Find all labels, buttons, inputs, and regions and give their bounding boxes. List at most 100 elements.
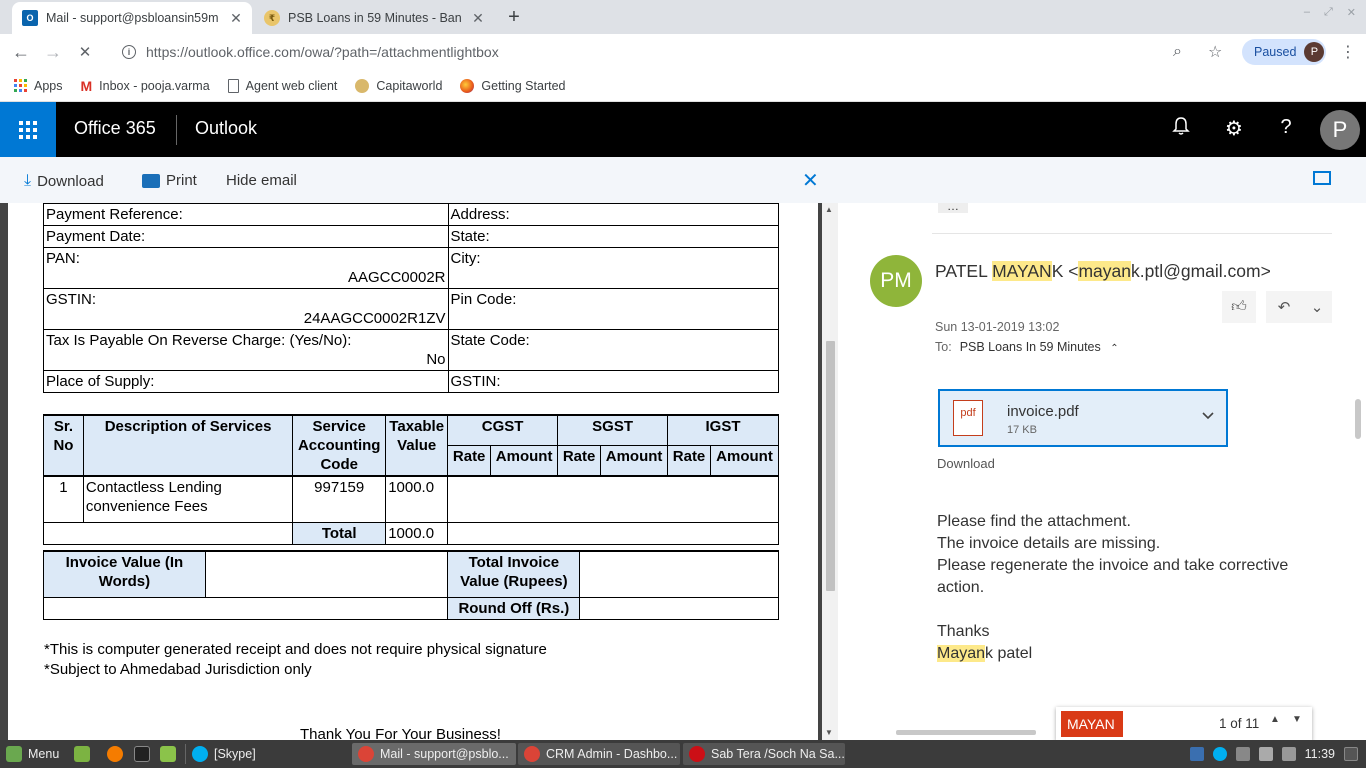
battery-icon[interactable] — [1281, 747, 1296, 761]
bookmark-star-icon[interactable]: ☆ — [1208, 42, 1222, 62]
site-info-icon[interactable]: i — [122, 45, 136, 59]
print-button[interactable]: Print — [142, 172, 197, 189]
bookmark-capitaworld[interactable]: Capitaworld — [355, 78, 442, 93]
tab-psb-loans[interactable]: ₹ PSB Loans in 59 Minutes - Bank ✕ — [254, 2, 494, 34]
thank-you-text: Thank You For Your Business! — [300, 726, 501, 740]
browser-menu-icon[interactable]: ⋮ — [1340, 42, 1356, 62]
divider — [932, 233, 1332, 234]
download-button[interactable]: ⤓ Download — [24, 172, 104, 190]
desktop-icon[interactable] — [74, 746, 90, 762]
header-sac: Service Accounting Code — [292, 414, 387, 477]
shield-icon[interactable] — [1189, 747, 1204, 761]
taskbar-window-mail[interactable]: Mail - support@psblo... — [352, 743, 516, 765]
app-launcher-button[interactable] — [0, 102, 56, 157]
find-next-icon[interactable]: ▼ — [1292, 714, 1302, 725]
minimize-icon[interactable]: – — [1304, 6, 1310, 19]
thumbs-up-icon: 👍︎ — [1231, 298, 1247, 315]
close-icon[interactable]: ✕ — [802, 168, 819, 193]
taskbar-window-skype[interactable]: [Skype] — [192, 743, 342, 765]
firefox-icon[interactable] — [107, 746, 123, 762]
total-invoice-value-value — [579, 550, 779, 598]
total-label: Total — [292, 521, 387, 545]
forward-arrow-icon[interactable]: → — [37, 42, 69, 63]
o365-header: Office 365 Outlook ⚙ ? P — [0, 102, 1366, 157]
round-off-spacer — [42, 596, 449, 620]
o365-brand[interactable]: Office 365 — [74, 118, 156, 139]
signature: Mayank patel — [937, 645, 1033, 662]
close-icon[interactable]: ✕ — [228, 10, 244, 27]
recipient-name[interactable]: PSB Loans In 59 Minutes — [960, 340, 1101, 354]
system-tray: 11:39 — [1189, 740, 1366, 768]
maximize-icon[interactable]: ⤢ — [1324, 6, 1333, 19]
gear-icon[interactable]: ⚙ — [1220, 116, 1248, 141]
hide-email-button[interactable]: Hide email — [226, 172, 297, 189]
collapse-chevron-icon[interactable]: ⌃ — [1110, 343, 1118, 354]
sender-name[interactable]: PATEL MAYANK <mayank.ptl@gmail.com> — [935, 261, 1271, 282]
attachment-card[interactable]: pdf invoice.pdf 17 KB — [938, 389, 1228, 447]
taskbar-window-crm[interactable]: CRM Admin - Dashbo... — [518, 743, 680, 765]
row-sac: 997159 — [292, 475, 387, 523]
find-in-page-bar: MAYAN 1 of 11 ▲ ▼ — [1056, 707, 1312, 741]
more-dots-icon[interactable]: … — [938, 203, 968, 213]
network-icon[interactable] — [1235, 747, 1250, 761]
new-tab-button[interactable]: + — [500, 4, 528, 32]
popout-icon[interactable] — [1313, 171, 1331, 185]
close-icon[interactable]: ✕ — [470, 10, 486, 27]
like-button[interactable]: 👍︎ — [1222, 291, 1256, 323]
recipients-line: To: PSB Loans In 59 Minutes ⌃ — [935, 340, 1119, 354]
avatar[interactable]: P — [1320, 110, 1360, 150]
header-description: Description of Services — [82, 414, 294, 477]
bookmark-agent-web-client[interactable]: Agent web client — [227, 78, 337, 93]
scrollbar-thumb[interactable] — [896, 730, 1036, 735]
find-input[interactable]: MAYAN — [1061, 711, 1123, 737]
address-bar[interactable]: i https://outlook.office.com/owa/?path=/… — [110, 37, 1230, 67]
folder-icon[interactable] — [160, 746, 176, 762]
more-actions-button[interactable]: ⌄ — [1302, 291, 1332, 323]
skype-tray-icon[interactable] — [1212, 747, 1227, 761]
scrollbar-thumb[interactable] — [826, 341, 835, 591]
reply-all-icon: ↶ — [1277, 299, 1291, 316]
show-desktop-icon[interactable] — [1344, 747, 1358, 761]
app-name[interactable]: Outlook — [195, 118, 257, 139]
clock[interactable]: 11:39 — [1305, 747, 1335, 761]
total-value: 1000.0 — [385, 521, 449, 545]
zoom-icon[interactable]: ⌕ — [1173, 43, 1182, 61]
volume-icon[interactable] — [1258, 747, 1273, 761]
tab-title: Mail - support@psbloansin59m — [46, 11, 219, 25]
start-menu-button[interactable]: Menu — [6, 743, 59, 765]
page-icon — [227, 78, 239, 93]
tab-title: PSB Loans in 59 Minutes - Bank — [288, 11, 462, 25]
chevron-down-icon[interactable] — [1202, 407, 1214, 423]
reply-all-button[interactable]: ↶ — [1266, 291, 1302, 323]
close-window-icon[interactable]: ✕ — [1347, 6, 1356, 19]
attachment-download-link[interactable]: Download — [937, 456, 995, 471]
viewer-scrollbar[interactable]: ▲ ▼ — [822, 203, 838, 740]
to-label: To: — [935, 340, 952, 354]
scrollbar-thumb[interactable] — [1355, 399, 1361, 439]
bell-icon[interactable] — [1167, 116, 1195, 142]
browser-tab-strip: O Mail - support@psbloansin59m ✕ ₹ PSB L… — [0, 0, 1366, 34]
find-previous-icon[interactable]: ▲ — [1270, 714, 1280, 725]
sent-date: Sun 13-01-2019 13:02 — [935, 320, 1060, 334]
avatar: P — [1304, 42, 1325, 62]
pane-scrollbar[interactable] — [1352, 203, 1366, 740]
gstin-cell: GSTIN: 24AAGCC0002R1ZV — [43, 288, 449, 330]
bookmark-getting-started[interactable]: Getting Started — [460, 78, 565, 93]
back-arrow-icon[interactable]: ← — [5, 42, 37, 63]
stop-loading-icon[interactable]: ✕ — [69, 43, 101, 61]
invoice-value-words-label: Invoice Value (In Words) — [43, 550, 206, 598]
bookmark-gmail-inbox[interactable]: M Inbox - pooja.varma — [81, 78, 210, 94]
bookmark-apps[interactable]: Apps — [14, 79, 63, 93]
terminal-icon[interactable] — [134, 746, 150, 762]
round-off-label: Round Off (Rs.) — [447, 596, 581, 620]
scroll-up-icon[interactable]: ▲ — [825, 205, 833, 214]
header-sr-no: Sr. No — [43, 414, 84, 477]
total-tax-spacer — [447, 521, 779, 545]
scroll-down-icon[interactable]: ▼ — [825, 728, 833, 737]
attachment-size: 17 KB — [1007, 424, 1037, 436]
round-off-value — [579, 596, 779, 620]
tab-mail[interactable]: O Mail - support@psbloansin59m ✕ — [12, 2, 252, 34]
profile-sync-button[interactable]: Paused P — [1242, 39, 1326, 65]
taskbar-window-opera[interactable]: Sab Tera /Soch Na Sa... — [683, 743, 845, 765]
help-icon[interactable]: ? — [1272, 116, 1300, 139]
